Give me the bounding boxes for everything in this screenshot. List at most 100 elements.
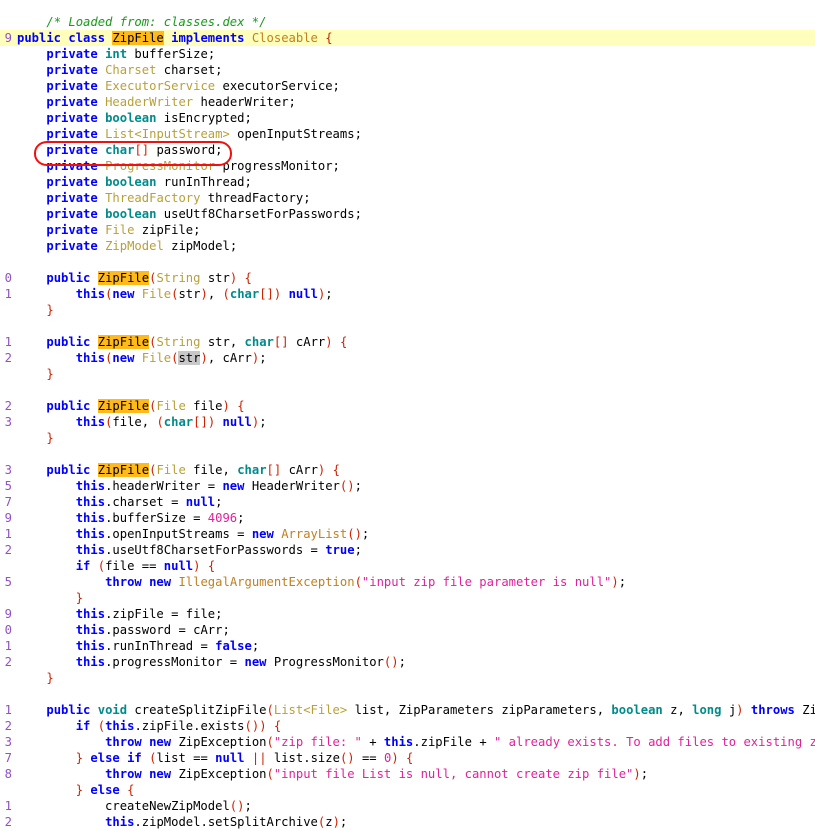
decompiled-code-viewer[interactable]: /* Loaded from: classes.dex */ 9 public cl… [0, 0, 815, 831]
line-number: 3 [4, 735, 12, 749]
code-line[interactable] [0, 254, 815, 270]
line-number: 2 [4, 351, 12, 365]
code-line[interactable]: private boolean useUtf8CharsetForPasswor… [0, 206, 815, 222]
code-line-text: this.zipModel.setSplitArchive(z); [105, 815, 348, 829]
code-line[interactable]: 5 this.headerWriter = new HeaderWriter()… [0, 478, 815, 494]
line-number: 3 [4, 463, 12, 477]
code-line[interactable]: 1 this(new File(str), (char[]) null); [0, 286, 815, 302]
code-line-text: private ThreadFactory threadFactory; [46, 191, 311, 205]
code-lines-container[interactable]: /* Loaded from: classes.dex */ 9 public cl… [0, 0, 815, 830]
code-line[interactable]: } [0, 302, 815, 318]
code-line[interactable]: private char[] password; [0, 142, 815, 158]
code-line[interactable]: private ThreadFactory threadFactory; [0, 190, 815, 206]
code-line[interactable]: 2 public ZipFile(File file) { [0, 398, 815, 414]
line-number: 2 [4, 815, 12, 829]
code-line-text: if (file == null) { [75, 559, 216, 573]
code-line-text: } [46, 367, 54, 381]
line-number: 7 [4, 495, 12, 509]
code-line-text: public ZipFile(String str) { [46, 271, 252, 285]
code-line-text: public ZipFile(File file, char[] cArr) { [46, 463, 340, 477]
code-line-text: private File zipFile; [46, 223, 201, 237]
line-number: 1 [4, 527, 12, 541]
code-line[interactable] [0, 446, 815, 462]
code-line[interactable]: 9 this.bufferSize = 4096; [0, 510, 815, 526]
code-line-text: this(file, (char[]) null); [75, 415, 267, 429]
code-line[interactable]: 2 if (this.zipFile.exists()) { [0, 718, 815, 734]
code-line[interactable]: 3 public ZipFile(File file, char[] cArr)… [0, 462, 815, 478]
code-line-text: } [46, 431, 54, 445]
line-number: 1 [4, 799, 12, 813]
line-number: 7 [4, 751, 12, 765]
line-number: 2 [4, 399, 12, 413]
code-line[interactable]: private ZipModel zipModel; [0, 238, 815, 254]
code-line[interactable]: } [0, 430, 815, 446]
code-line-text: createNewZipModel(); [17, 799, 252, 813]
code-line[interactable]: } [0, 670, 815, 686]
line-number: 1 [4, 335, 12, 349]
code-line-text: this(new File(str), cArr); [75, 351, 267, 365]
code-line-text: } else { [75, 783, 135, 797]
code-line[interactable]: 7 this.charset = null; [0, 494, 815, 510]
code-line[interactable]: 9 public class ZipFile implements Closeab… [0, 30, 815, 46]
code-line-text: public void createSplitZipFile(List<File… [46, 703, 815, 717]
code-line[interactable]: } [0, 366, 815, 382]
code-line-text: this(new File(str), (char[]) null); [75, 287, 333, 301]
code-line[interactable]: private ExecutorService executorService; [0, 78, 815, 94]
code-line[interactable]: 1 this.openInputStreams = new ArrayList(… [0, 526, 815, 542]
line-number: 0 [4, 271, 12, 285]
code-line-text: private HeaderWriter headerWriter; [46, 95, 296, 109]
code-line[interactable]: /* Loaded from: classes.dex */ [0, 14, 815, 30]
line-number: 1 [4, 703, 12, 717]
code-line-text: public ZipFile(File file) { [46, 399, 245, 413]
code-line[interactable]: 3 this(file, (char[]) null); [0, 414, 815, 430]
code-line[interactable]: 9 this.zipFile = file; [0, 606, 815, 622]
code-line[interactable]: 0 this.password = cArr; [0, 622, 815, 638]
code-line[interactable]: private ProgressMonitor progressMonitor; [0, 158, 815, 174]
code-line[interactable]: private boolean isEncrypted; [0, 110, 815, 126]
code-line-text: private ZipModel zipModel; [46, 239, 238, 253]
code-line[interactable]: 2 this.progressMonitor = new ProgressMon… [0, 654, 815, 670]
code-line[interactable] [0, 382, 815, 398]
code-line[interactable]: 2 this(new File(str), cArr); [0, 350, 815, 366]
line-number: 5 [4, 479, 12, 493]
line-number: 2 [4, 655, 12, 669]
code-line[interactable]: 1 createNewZipModel(); [0, 798, 815, 814]
code-line[interactable]: } else { [0, 782, 815, 798]
code-line[interactable]: 2 this.useUtf8CharsetForPasswords = true… [0, 542, 815, 558]
code-line[interactable]: 2 this.zipModel.setSplitArchive(z); [0, 814, 815, 830]
code-line-text: private boolean isEncrypted; [46, 111, 252, 125]
line-number: 1 [4, 287, 12, 301]
code-line[interactable] [0, 686, 815, 702]
code-line-text: private ProgressMonitor progressMonitor; [46, 159, 340, 173]
code-line[interactable]: 1 this.runInThread = false; [0, 638, 815, 654]
code-line[interactable]: 8 throw new ZipException("input file Lis… [0, 766, 815, 782]
code-line-text: if (this.zipFile.exists()) { [75, 719, 282, 733]
code-line[interactable]: 7 } else if (list == null || list.size()… [0, 750, 815, 766]
code-line[interactable] [0, 318, 815, 334]
code-line-text: this.zipFile = file; [75, 607, 223, 621]
code-line[interactable]: 3 throw new ZipException("zip file: " + … [0, 734, 815, 750]
code-line-text: this.headerWriter = new HeaderWriter(); [75, 479, 362, 493]
code-line[interactable]: 1 public ZipFile(String str, char[] cArr… [0, 334, 815, 350]
code-line-text: this.progressMonitor = new ProgressMonit… [75, 655, 406, 669]
line-number: 1 [4, 639, 12, 653]
code-line-text: } [75, 591, 84, 605]
code-line[interactable]: 5 throw new IllegalArgumentException("in… [0, 574, 815, 590]
code-line[interactable]: private boolean runInThread; [0, 174, 815, 190]
code-line[interactable]: private HeaderWriter headerWriter; [0, 94, 815, 110]
code-line-text: public class ZipFile implements Closeabl… [17, 31, 333, 45]
line-number: 9 [4, 607, 12, 621]
code-line[interactable]: 0 public ZipFile(String str) { [0, 270, 815, 286]
code-line-text: private char[] password; [46, 143, 223, 157]
code-line[interactable]: } [0, 590, 815, 606]
code-line[interactable]: private File zipFile; [0, 222, 815, 238]
code-line[interactable]: private int bufferSize; [0, 46, 815, 62]
code-line[interactable]: private Charset charset; [0, 62, 815, 78]
code-line-text: } else if (list == null || list.size() =… [75, 751, 414, 765]
code-line[interactable]: 1 public void createSplitZipFile(List<Fi… [0, 702, 815, 718]
code-line[interactable]: private List<InputStream> openInputStrea… [0, 126, 815, 142]
code-line-text: this.openInputStreams = new ArrayList(); [75, 527, 370, 541]
line-number: 3 [4, 415, 12, 429]
code-line-text: this.password = cArr; [75, 623, 230, 637]
code-line[interactable]: if (file == null) { [0, 558, 815, 574]
